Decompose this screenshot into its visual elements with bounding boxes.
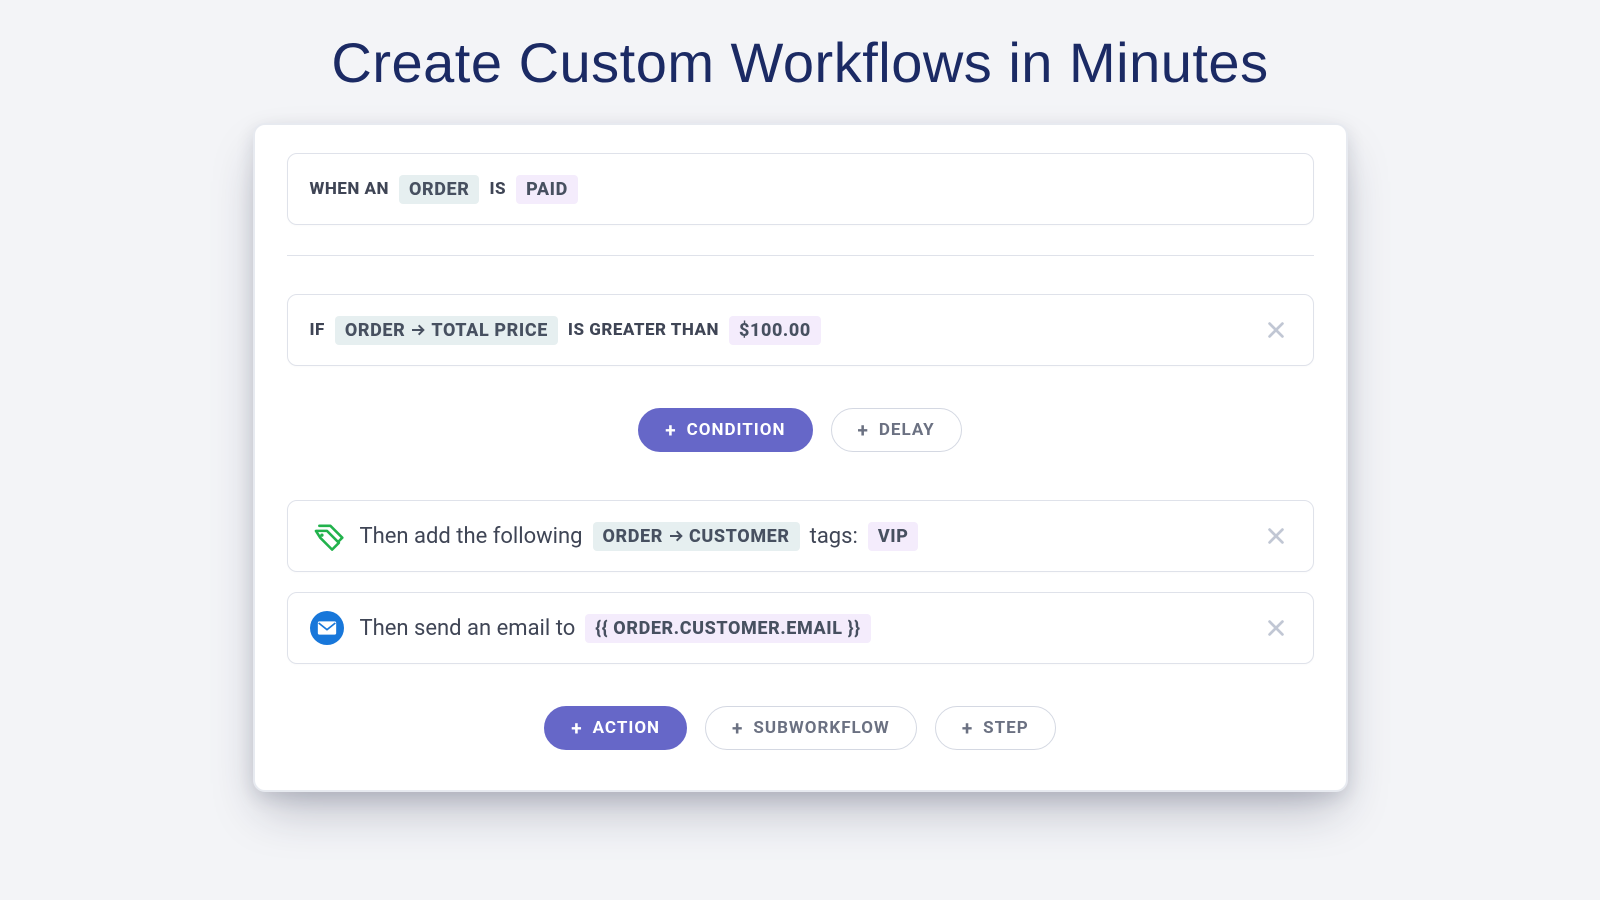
action-email-template-chip[interactable]: {{ ORDER.CUSTOMER.EMAIL }} bbox=[585, 614, 870, 643]
plus-icon: + bbox=[571, 719, 582, 738]
condition-operator: IS GREATER THAN bbox=[568, 320, 719, 340]
add-subworkflow-label: SUBWORKFLOW bbox=[753, 718, 889, 738]
condition-path-b: TOTAL PRICE bbox=[431, 320, 548, 341]
action-tag-value-chip[interactable]: VIP bbox=[868, 522, 919, 551]
trigger-prefix: WHEN AN bbox=[310, 179, 390, 199]
action-tag-path-a: ORDER bbox=[603, 526, 663, 547]
trigger-entity-chip[interactable]: ORDER bbox=[399, 175, 479, 204]
tag-icon bbox=[310, 519, 344, 553]
trigger-state-chip[interactable]: PAID bbox=[516, 175, 578, 204]
action-email-card[interactable]: Then send an email to {{ ORDER.CUSTOMER.… bbox=[287, 592, 1314, 664]
condition-button-row: + CONDITION + DELAY bbox=[287, 408, 1314, 452]
action-tag-path-b: CUSTOMER bbox=[689, 526, 790, 547]
action-tag-card[interactable]: Then add the following ORDER CUSTOMER ta… bbox=[287, 500, 1314, 572]
arrow-right-icon bbox=[668, 528, 684, 544]
add-delay-label: DELAY bbox=[879, 420, 935, 440]
action-tag-suffix: tags: bbox=[810, 524, 858, 549]
add-step-button[interactable]: + STEP bbox=[935, 706, 1056, 750]
action-tag-path-chip[interactable]: ORDER CUSTOMER bbox=[593, 522, 800, 551]
add-delay-button[interactable]: + DELAY bbox=[831, 408, 962, 452]
remove-action-email-button[interactable] bbox=[1261, 613, 1291, 643]
divider bbox=[287, 255, 1314, 256]
condition-prefix: IF bbox=[310, 320, 325, 340]
trigger-card[interactable]: WHEN AN ORDER IS PAID bbox=[287, 153, 1314, 225]
condition-path-a: ORDER bbox=[345, 320, 405, 341]
add-subworkflow-button[interactable]: + SUBWORKFLOW bbox=[705, 706, 917, 750]
page-title: Create Custom Workflows in Minutes bbox=[0, 0, 1600, 95]
plus-icon: + bbox=[665, 421, 676, 440]
action-tag-prefix: Then add the following bbox=[360, 524, 583, 549]
add-condition-button[interactable]: + CONDITION bbox=[638, 408, 812, 452]
workflow-builder-panel: WHEN AN ORDER IS PAID IF ORDER TOTAL PRI… bbox=[253, 123, 1348, 792]
add-condition-label: CONDITION bbox=[687, 420, 786, 440]
mail-icon bbox=[310, 611, 344, 645]
arrow-right-icon bbox=[410, 322, 426, 338]
plus-icon: + bbox=[732, 719, 743, 738]
action-button-row: + ACTION + SUBWORKFLOW + STEP bbox=[287, 706, 1314, 750]
add-step-label: STEP bbox=[983, 718, 1029, 738]
condition-value-chip[interactable]: $100.00 bbox=[729, 316, 821, 345]
condition-path-chip[interactable]: ORDER TOTAL PRICE bbox=[335, 316, 558, 345]
action-email-prefix: Then send an email to bbox=[360, 616, 576, 641]
add-action-button[interactable]: + ACTION bbox=[544, 706, 687, 750]
condition-card[interactable]: IF ORDER TOTAL PRICE IS GREATER THAN $10… bbox=[287, 294, 1314, 366]
remove-action-tag-button[interactable] bbox=[1261, 521, 1291, 551]
remove-condition-button[interactable] bbox=[1261, 315, 1291, 345]
plus-icon: + bbox=[858, 421, 869, 440]
plus-icon: + bbox=[962, 719, 973, 738]
add-action-label: ACTION bbox=[593, 718, 660, 738]
trigger-verb: IS bbox=[489, 179, 506, 199]
